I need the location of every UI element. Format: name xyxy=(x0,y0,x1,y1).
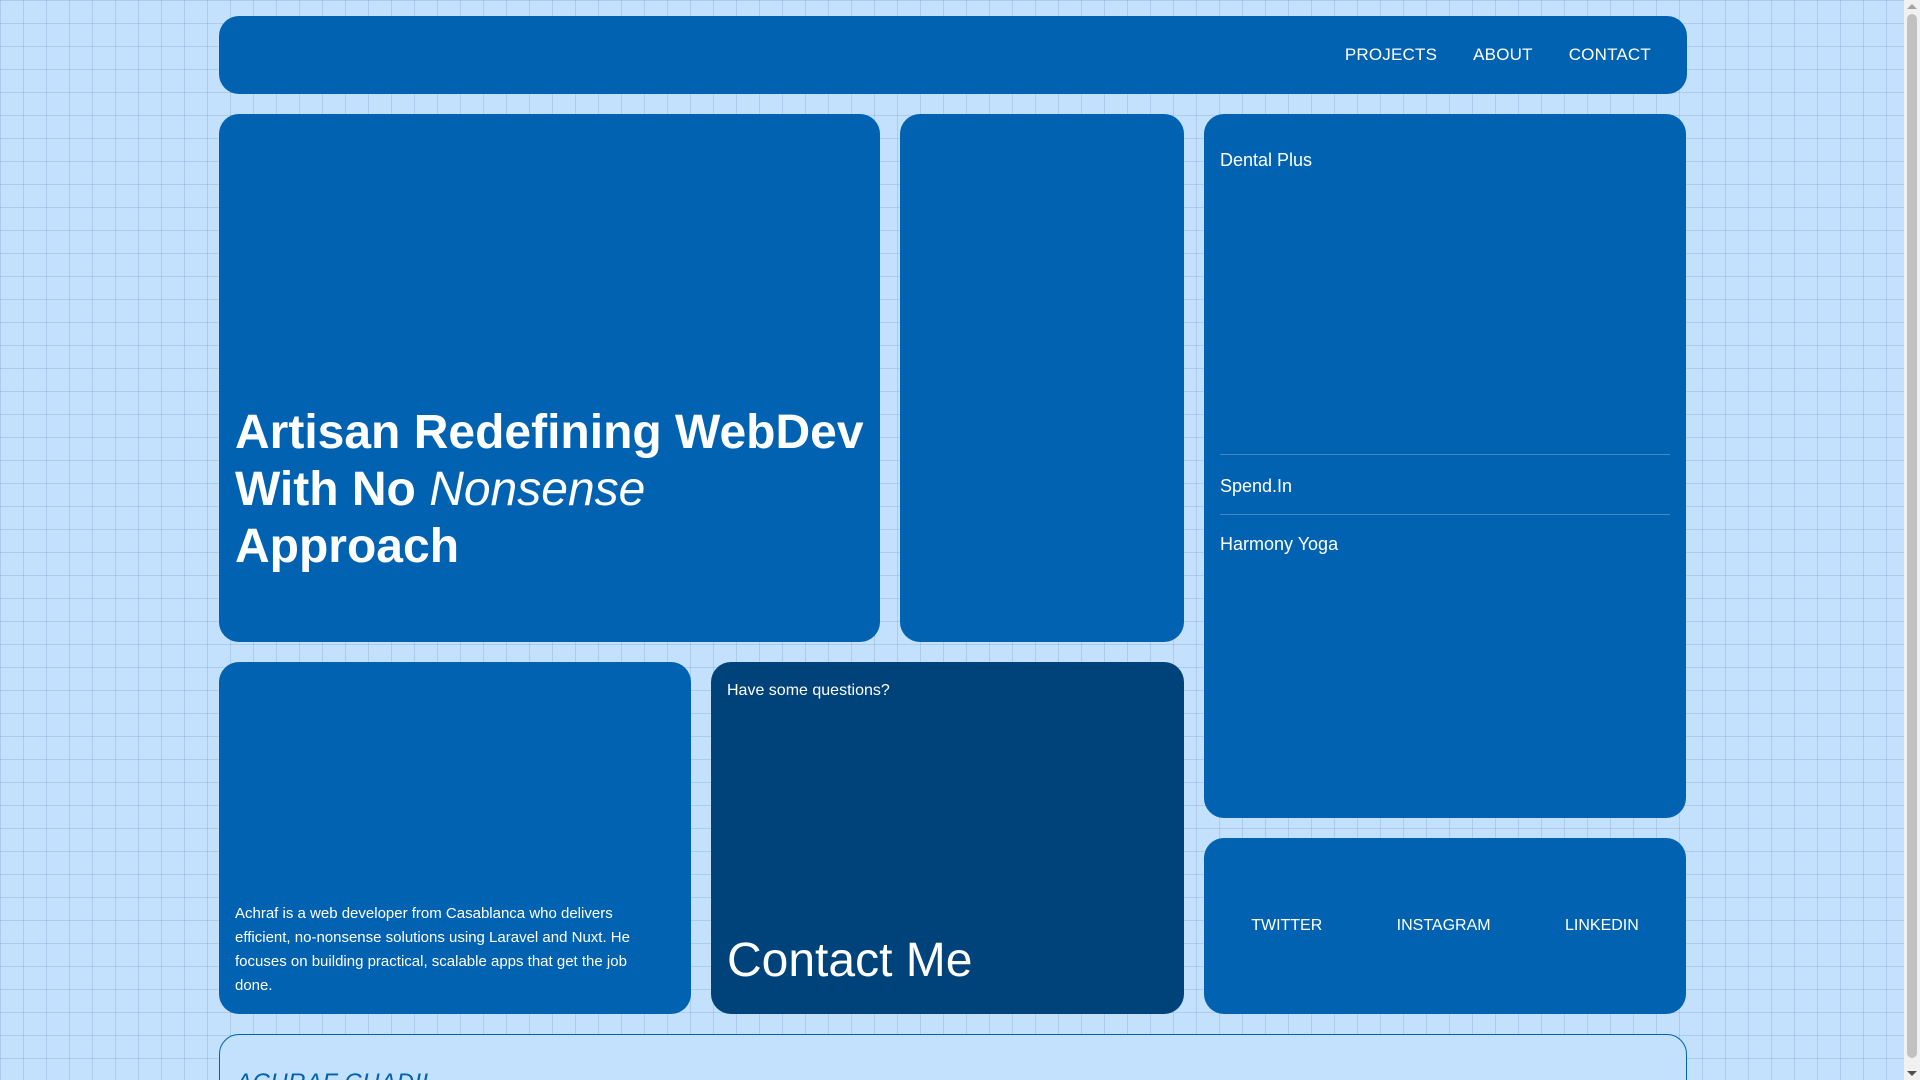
social-links: TWITTER INSTAGRAM LINKEDIN xyxy=(1204,838,1686,1014)
social-link-linkedin[interactable]: LINKEDIN xyxy=(1565,917,1639,935)
site-header: PROJECTS ABOUT CONTACT xyxy=(219,16,1687,94)
contact-card[interactable]: Have some questions? Contact Me xyxy=(711,662,1184,1014)
hero-title-part2: Approach xyxy=(235,520,460,573)
hero-card: Artisan Redefining WebDev With No Nonsen… xyxy=(219,114,880,642)
about-card: Achraf is a web developer from Casablanc… xyxy=(219,662,691,1014)
scroll-down-icon[interactable] xyxy=(1907,1071,1917,1076)
scroll-up-icon[interactable] xyxy=(1907,4,1917,9)
project-divider xyxy=(1220,454,1670,455)
contact-title: Contact Me xyxy=(727,934,973,987)
scroll-thumb[interactable] xyxy=(1907,14,1917,1058)
site-footer: ACHRAF CHADIL xyxy=(219,1034,1687,1080)
hero-title-emphasis: Nonsense xyxy=(429,463,646,516)
nav-link-contact[interactable]: CONTACT xyxy=(1569,45,1651,65)
project-spend-in[interactable]: Spend.In xyxy=(1220,476,1670,497)
contact-question: Have some questions? xyxy=(727,682,890,699)
hero-title: Artisan Redefining WebDev With No Nonsen… xyxy=(235,404,875,575)
social-link-twitter[interactable]: TWITTER xyxy=(1251,917,1322,935)
socials-card: TWITTER INSTAGRAM LINKEDIN xyxy=(1204,838,1686,1014)
project-harmony-yoga[interactable]: Harmony Yoga xyxy=(1220,534,1670,555)
footer-name: ACHRAF CHADIL xyxy=(236,1069,435,1080)
image-card xyxy=(900,114,1184,642)
project-dental-plus[interactable]: Dental Plus xyxy=(1220,150,1670,171)
project-divider xyxy=(1220,514,1670,515)
main-nav: PROJECTS ABOUT CONTACT xyxy=(1345,16,1651,94)
nav-link-about[interactable]: ABOUT xyxy=(1473,45,1533,65)
about-text: Achraf is a web developer from Casablanc… xyxy=(235,905,630,994)
page-scrollbar[interactable] xyxy=(1904,0,1920,1080)
social-link-instagram[interactable]: INSTAGRAM xyxy=(1397,917,1491,935)
projects-card: Dental Plus Spend.In Harmony Yoga xyxy=(1204,114,1686,818)
nav-link-projects[interactable]: PROJECTS xyxy=(1345,45,1437,65)
